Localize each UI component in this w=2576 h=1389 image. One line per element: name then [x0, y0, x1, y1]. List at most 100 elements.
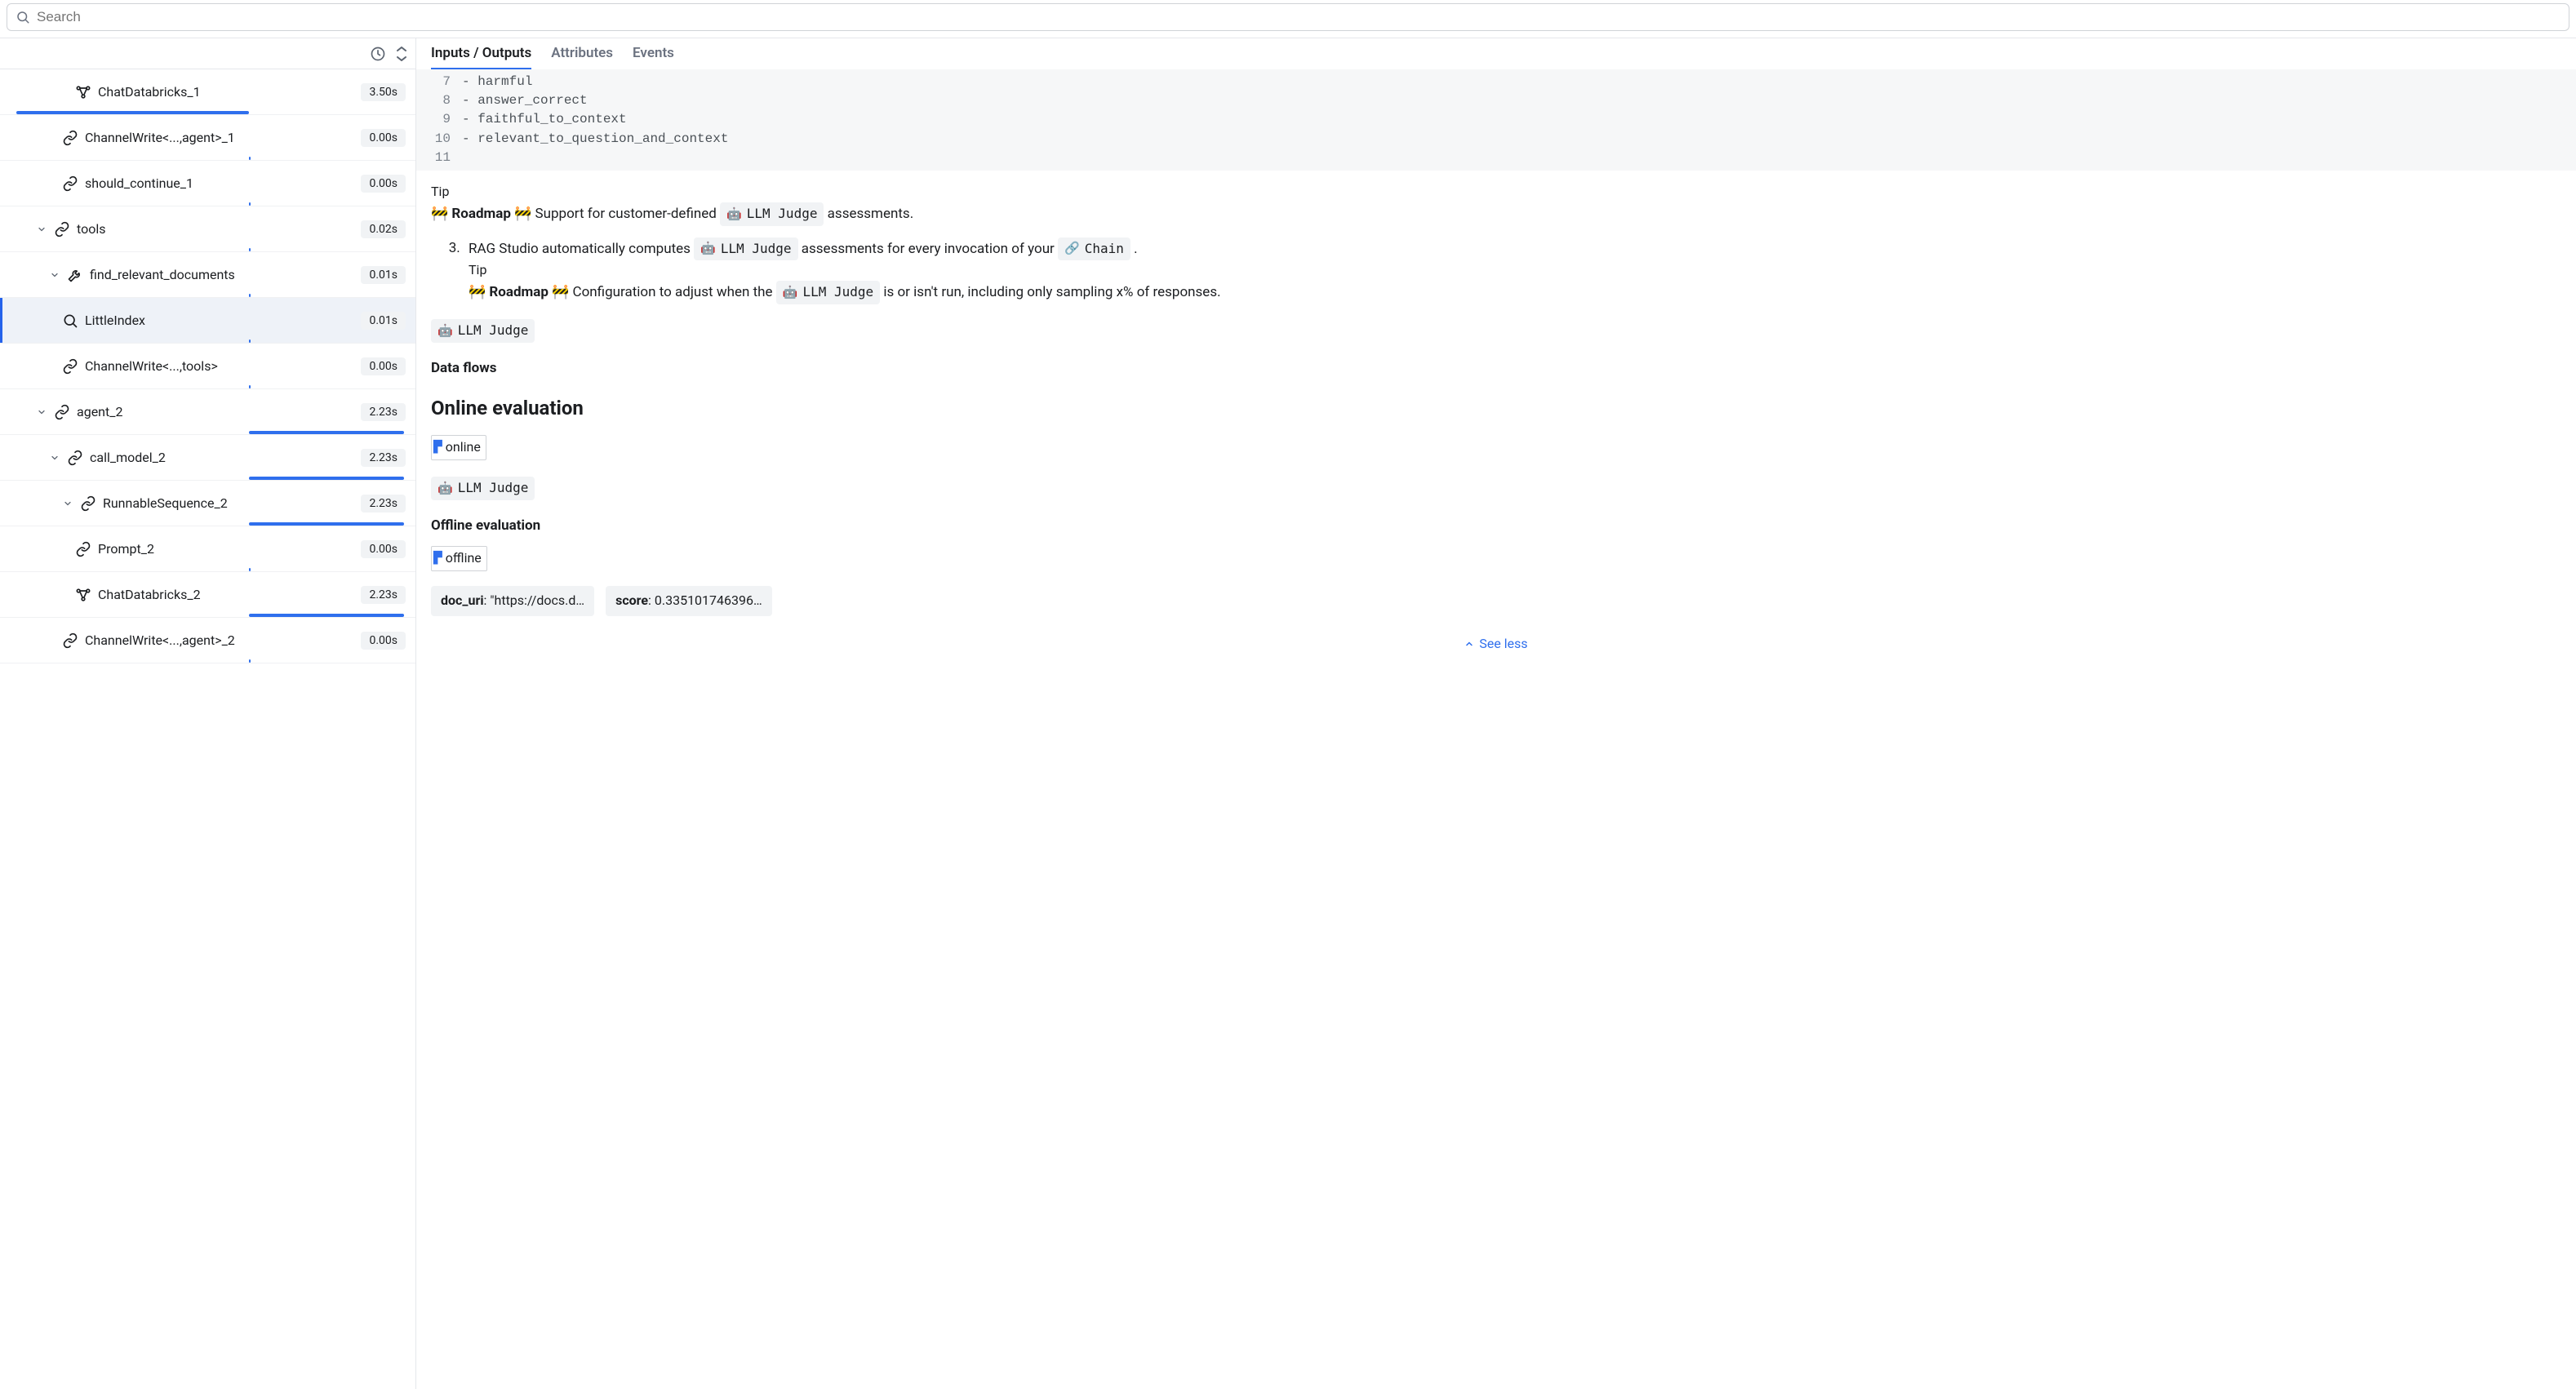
code-line: 11	[416, 149, 2576, 167]
code-line-text: - harmful	[462, 73, 532, 91]
doc-uri-badge: doc_uri: "https://docs.d…	[431, 586, 594, 616]
chain-icon	[54, 404, 70, 420]
image-icon: ▛	[433, 550, 442, 568]
span-duration: 0.01s	[361, 266, 406, 284]
link-icon: 🔗	[1064, 239, 1080, 258]
span-bar-track	[16, 431, 404, 434]
llm-judge-pill: 🤖LLM Judge	[720, 202, 824, 226]
span-bar	[249, 248, 251, 251]
tab-inputs-outputs[interactable]: Inputs / Outputs	[431, 45, 531, 69]
chevron-down-icon[interactable]	[49, 270, 60, 280]
trace-span-row[interactable]: ChatDatabricks_22.23s	[0, 572, 415, 618]
tab-attributes[interactable]: Attributes	[551, 45, 613, 69]
code-line-number: 10	[416, 130, 462, 149]
detail-tabs: Inputs / Outputs Attributes Events	[416, 38, 2576, 69]
trace-span-row[interactable]: agent_22.23s	[0, 389, 415, 435]
span-label: ChannelWrite<...,agent>_2	[85, 632, 235, 648]
see-less-button[interactable]: See less	[1464, 634, 1527, 655]
span-label: ChatDatabricks_1	[98, 84, 201, 100]
span-bar	[249, 522, 404, 526]
span-label: Prompt_2	[98, 541, 154, 557]
trace-span-row[interactable]: ChannelWrite<...,agent>_20.00s	[0, 618, 415, 663]
span-bar-track	[16, 248, 404, 251]
search-icon	[16, 10, 30, 24]
code-line-number: 8	[416, 91, 462, 110]
chain-icon	[62, 632, 78, 649]
image-icon: ▛	[433, 439, 442, 457]
see-less-label: See less	[1479, 634, 1527, 655]
detail-content: 7- harmful8- answer_correct9- faithful_t…	[416, 69, 2576, 1389]
span-bar	[249, 385, 251, 388]
span-bar-track	[16, 659, 404, 663]
chain-icon	[80, 495, 96, 512]
doc-uri-value: : "https://docs.d…	[484, 592, 585, 608]
robot-icon: 🤖	[783, 283, 798, 302]
roadmap-mid: 🚧 Support for customer-defined	[511, 206, 720, 222]
chain-icon	[62, 358, 78, 375]
trace-span-row[interactable]: LittleIndex0.01s	[0, 298, 415, 344]
search-input[interactable]	[37, 9, 2560, 25]
span-bar-track	[16, 568, 404, 571]
trace-span-row[interactable]: tools0.02s	[0, 206, 415, 252]
chevron-down-icon[interactable]	[62, 499, 73, 508]
trace-span-row[interactable]: call_model_22.23s	[0, 435, 415, 481]
code-line-number: 7	[416, 73, 462, 91]
chain-icon	[54, 221, 70, 237]
trace-span-row[interactable]: ChannelWrite<...,agent>_1 0.00s	[0, 115, 415, 161]
trace-span-row[interactable]: ChatDatabricks_1 3.50s	[0, 69, 415, 115]
roadmap-tip-1: 🚧 Roadmap 🚧 Support for customer-defined…	[431, 202, 2561, 226]
span-bar	[249, 339, 251, 343]
doc-uri-key: doc_uri	[441, 592, 484, 608]
chevron-down-icon[interactable]	[36, 407, 47, 417]
offline-image-placeholder: ▛offline	[431, 544, 2561, 573]
score-badge: score: 0.335101746396…	[606, 586, 772, 616]
tip-label: Tip	[431, 182, 2561, 202]
chevron-down-icon[interactable]	[36, 224, 47, 234]
trace-span-row[interactable]: find_relevant_documents0.01s	[0, 252, 415, 298]
trace-span-row[interactable]: RunnableSequence_22.23s	[0, 481, 415, 526]
span-bar	[249, 614, 404, 617]
span-bar	[249, 202, 251, 206]
search-bar[interactable]	[7, 3, 2569, 31]
span-label: ChannelWrite<...,agent>_1	[85, 130, 235, 145]
code-line-number: 11	[416, 149, 462, 167]
span-duration: 0.02s	[361, 220, 406, 238]
network-icon	[75, 587, 91, 603]
roadmap-tip-2: 🚧 Roadmap 🚧 Configuration to adjust when…	[469, 281, 2561, 304]
span-bar-track	[16, 202, 404, 206]
wrench-icon	[67, 267, 83, 283]
robot-icon: 🤖	[700, 239, 716, 258]
code-line: 7- harmful	[416, 73, 2576, 91]
span-bar	[249, 568, 251, 571]
llm-judge-pill: 🤖LLM Judge	[431, 477, 535, 500]
chain-icon	[62, 175, 78, 192]
span-duration: 3.50s	[361, 83, 406, 101]
history-icon[interactable]	[370, 46, 386, 62]
span-label: RunnableSequence_2	[103, 495, 228, 511]
span-label: call_model_2	[90, 450, 166, 465]
chevron-down-icon[interactable]	[49, 453, 60, 463]
collapse-expand-icon[interactable]	[396, 46, 407, 62]
step-3: RAG Studio automatically computes 🤖LLM J…	[464, 237, 2561, 304]
offline-evaluation-heading: Offline evaluation	[431, 515, 2561, 536]
code-line-text: - answer_correct	[462, 91, 588, 110]
span-bar-track	[16, 614, 404, 617]
span-duration: 0.00s	[361, 129, 406, 147]
span-duration: 2.23s	[361, 403, 406, 421]
chevron-up-icon	[1464, 639, 1474, 649]
span-duration: 0.00s	[361, 175, 406, 193]
span-bar	[249, 659, 251, 663]
main-split: ChatDatabricks_1 3.50s ChannelWrite<...,ag…	[0, 38, 2576, 1389]
network-icon	[75, 84, 91, 100]
span-duration: 0.00s	[361, 357, 406, 375]
llm-judge-pill: 🤖LLM Judge	[776, 281, 880, 304]
trace-span-row[interactable]: Prompt_2 0.00s	[0, 526, 415, 572]
span-duration: 0.00s	[361, 540, 406, 558]
roadmap-suffix: assessments.	[824, 206, 913, 222]
tab-events[interactable]: Events	[633, 45, 674, 69]
span-duration: 2.23s	[361, 586, 406, 604]
detail-panel: Inputs / Outputs Attributes Events 7- harm…	[416, 38, 2576, 1389]
online-alt-text: online	[446, 437, 481, 458]
trace-span-row[interactable]: should_continue_10.00s	[0, 161, 415, 206]
trace-span-row[interactable]: ChannelWrite<...,tools>0.00s	[0, 344, 415, 389]
